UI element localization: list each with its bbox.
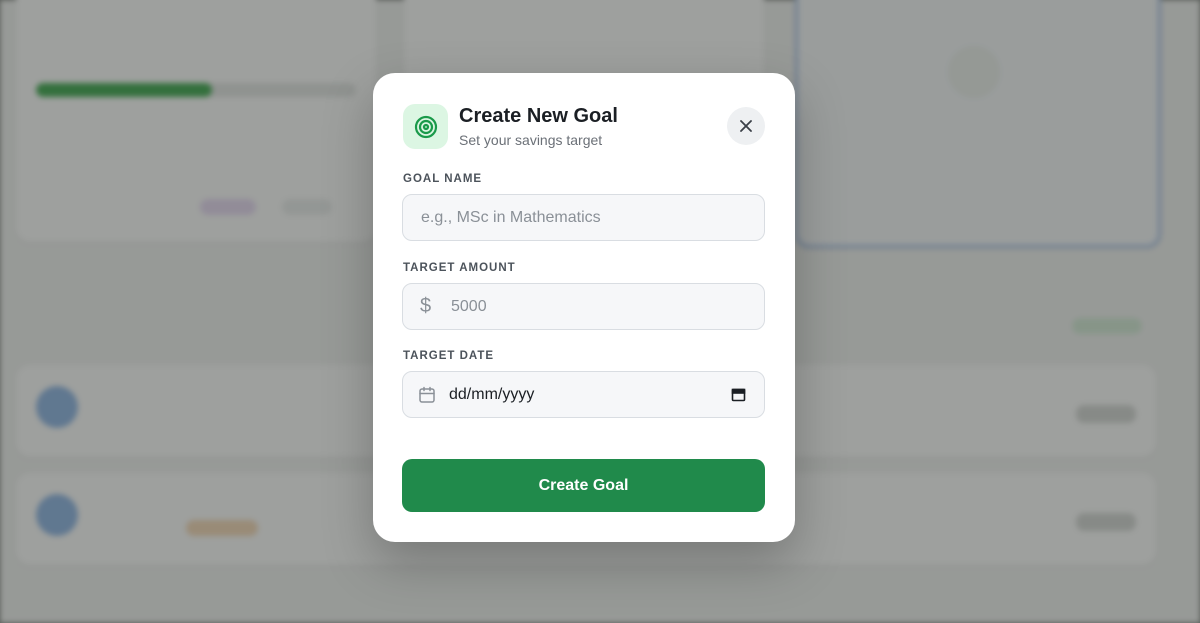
target-icon (403, 104, 448, 149)
calendar-picker-icon[interactable] (731, 387, 746, 402)
target-date-label: TARGET DATE (403, 350, 495, 362)
target-date-field[interactable]: dd/mm/yyyy (402, 371, 765, 418)
target-date-value[interactable]: dd/mm/yyyy (449, 386, 534, 404)
goal-name-field[interactable] (402, 194, 765, 241)
goal-name-label: GOAL NAME (403, 173, 483, 185)
modal-title: Create New Goal (459, 105, 618, 127)
dollar-icon: $ (420, 295, 432, 317)
close-button[interactable] (727, 107, 765, 145)
modal-subtitle: Set your savings target (459, 132, 603, 148)
close-icon (740, 120, 752, 132)
target-amount-label: TARGET AMOUNT (403, 262, 516, 274)
target-amount-field[interactable]: $ (402, 283, 765, 330)
goal-name-input[interactable] (419, 195, 764, 240)
calendar-icon (419, 386, 435, 403)
target-amount-input[interactable] (449, 284, 764, 329)
create-goal-button[interactable]: Create Goal (402, 459, 765, 512)
create-goal-modal: Create New Goal Set your savings target … (373, 73, 795, 542)
